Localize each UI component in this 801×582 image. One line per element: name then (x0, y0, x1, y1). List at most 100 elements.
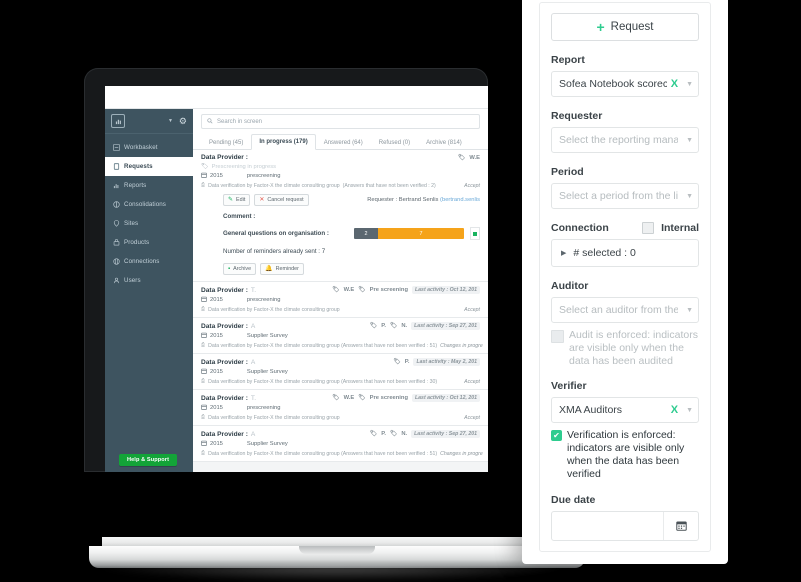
clear-icon[interactable]: X (671, 78, 678, 90)
request-period-line: 2015 prescreening (201, 172, 480, 180)
due-date-field[interactable] (551, 510, 699, 541)
tab-archive[interactable]: Archive (814) (418, 135, 470, 150)
cancel-request-button[interactable]: ✕ Cancel request (254, 194, 309, 206)
request-detail: ✎ Edit ✕ Cancel request Requester: Bert… (201, 189, 480, 275)
request-card-expanded[interactable]: Data Provider : 🏷 W.E 🏷 Prescreening in … (193, 150, 488, 282)
reminder-button[interactable]: 🔔 Reminder (260, 263, 304, 275)
request-period-line: 2015 Supplier Survey (201, 440, 480, 448)
request-tags: 🏷 P. 🏷 N. Last activity : Sep 27, 201 (370, 430, 480, 438)
request-survey: prescreening (246, 297, 281, 303)
tag-label-2: N. (401, 431, 408, 437)
verification-note: (Answers that have not been verified : 2… (342, 182, 436, 189)
sidebar-header[interactable]: ▼ ⚙ (105, 109, 193, 134)
calendar-icon[interactable] (663, 511, 698, 540)
verification-text: Data verification by Factor-X the climat… (208, 414, 340, 421)
request-row[interactable]: Data Provider : A 🏷 P. 🏷 N. Last activit… (193, 318, 488, 354)
report-select[interactable]: Sofea Notebook scorecard X ▼ (551, 71, 699, 97)
sidebar-item-workbasket[interactable]: Workbasket (105, 138, 193, 157)
tag-icon: 🏷 (358, 287, 366, 293)
request-tags: 🏷 P. Last activity : May 2, 201 (393, 358, 480, 366)
request-status: Prescreening in progress (211, 163, 277, 170)
app-body: ▼ ⚙ Workbasket Requests Reports Consolid… (105, 109, 488, 472)
search-input[interactable]: Search in screen (201, 114, 480, 129)
close-icon: ✕ (259, 197, 265, 203)
sidebar-item-connections[interactable]: Connections (105, 252, 193, 271)
audit-enforced-row[interactable]: Audit is enforced: indicators are visibl… (551, 329, 699, 367)
tag-label-2: Pre screening (369, 287, 408, 293)
request-button[interactable]: + Request (551, 13, 699, 41)
verifier-value: XMA Auditors (559, 404, 623, 417)
request-survey: Supplier Survey (246, 333, 288, 339)
sidebar-item-sites[interactable]: Sites (105, 214, 193, 233)
request-verification-line: ⎙ Data verification by Factor-X the clim… (201, 414, 480, 421)
tab-refused[interactable]: Refused (0) (371, 135, 418, 150)
row-tail-status: Changes in progre (440, 342, 483, 349)
tab-in-progress[interactable]: In progress (179) (251, 134, 316, 150)
reports-icon (112, 182, 120, 190)
tag-label-1: W.E (343, 287, 355, 293)
internal-toggle[interactable]: Internal (642, 222, 699, 234)
sidebar-item-label: Users (124, 277, 141, 284)
verification-icon: ⎙ (201, 306, 206, 312)
connection-selected-count: # selected : 0 (573, 247, 636, 259)
pencil-icon: ✎ (228, 197, 234, 203)
request-row[interactable]: Data Provider : T. 🏷 W.E 🏷 Pre screening… (193, 282, 488, 318)
request-actions: ✎ Edit ✕ Cancel request Requester: Bert… (223, 194, 480, 206)
sidebar-item-users[interactable]: Users (105, 271, 193, 290)
edit-button[interactable]: ✎ Edit (223, 194, 251, 206)
audit-enforced-checkbox[interactable] (551, 330, 564, 343)
request-year: 2015 (210, 297, 223, 303)
triangle-right-icon[interactable]: ▶ (561, 249, 566, 257)
tab-answered[interactable]: Answered (64) (316, 135, 371, 150)
sidebar-item-consolidations[interactable]: Consolidations (105, 195, 193, 214)
request-footer-actions: ▪ Archive 🔔 Reminder (223, 263, 480, 275)
tag-icon: 🏷 (389, 431, 398, 437)
request-title: Data Provider : (201, 430, 248, 438)
auditor-select[interactable]: Select an auditor from the ... ▼ (551, 297, 699, 323)
new-request-form: + Request Report Sofea Notebook scorecar… (539, 2, 711, 552)
gear-icon[interactable]: ⚙ (179, 116, 187, 126)
sidebar-item-reports[interactable]: Reports (105, 176, 193, 195)
period-placeholder: Select a period from the list (559, 190, 679, 202)
period-select[interactable]: Select a period from the list ▼ (551, 183, 699, 209)
laptop-mockup: ▼ ⚙ Workbasket Requests Reports Consolid… (84, 68, 585, 582)
request-status-line: 🏷 Prescreening in progress (201, 163, 480, 171)
internal-checkbox[interactable] (642, 222, 655, 234)
users-icon (112, 277, 120, 285)
search-placeholder: Search in screen (217, 118, 263, 125)
sidebar-item-products[interactable]: Products (105, 233, 193, 252)
archive-button[interactable]: ▪ Archive (223, 263, 257, 275)
request-row[interactable]: Data Provider : A 🏷 P. 🏷 N. Last activit… (193, 426, 488, 462)
verification-enforced-label: Verification is enforced: indicators are… (567, 429, 685, 480)
request-title-row: Data Provider : A 🏷 P. Last activity : M… (201, 358, 480, 366)
archive-label: Archive (233, 266, 252, 272)
last-activity: Last activity : Sep 27, 201 (411, 430, 480, 438)
request-row[interactable]: Data Provider : T. 🏷 W.E 🏷 Pre screening… (193, 390, 488, 426)
request-row[interactable]: Data Provider : A 🏷 P. Last activity : M… (193, 354, 488, 390)
sidebar-item-requests[interactable]: Requests (105, 157, 193, 176)
workbasket-icon (112, 144, 120, 152)
verification-enforced-checkbox[interactable]: ✔ (551, 430, 562, 442)
verification-enforced-row[interactable]: ✔ Verification is enforced: indicators a… (551, 429, 699, 480)
connection-label-row: Connection Internal (551, 222, 699, 234)
connection-tree-selector[interactable]: ▶ # selected : 0 (551, 239, 699, 267)
tag-label-1: P. (381, 431, 386, 437)
reminder-label: Reminder (275, 266, 299, 272)
requester-email-link[interactable]: (bertrand.senlis (440, 197, 480, 203)
request-title: Data Provider : (201, 322, 248, 330)
requester-select[interactable]: Select the reporting mana... ▼ (551, 127, 699, 153)
request-period-line: 2015 Supplier Survey (201, 332, 480, 340)
accept-label[interactable]: Accept (464, 183, 480, 189)
app-topbar (105, 86, 488, 109)
last-activity: Last activity : Sep 27, 201 (411, 322, 480, 330)
help-and-support-button[interactable]: Help & Support (119, 454, 177, 466)
verifier-select[interactable]: XMA Auditors X ▼ (551, 397, 699, 424)
plus-icon: + (596, 19, 605, 35)
due-date-input[interactable] (552, 512, 663, 540)
request-year: 2015 (210, 405, 223, 411)
clear-icon[interactable]: X (671, 404, 678, 416)
request-year: 2015 (210, 173, 223, 179)
report-label: Report (551, 54, 585, 66)
tab-pending[interactable]: Pending (45) (201, 135, 251, 150)
laptop-trackpad-notch (299, 546, 375, 554)
